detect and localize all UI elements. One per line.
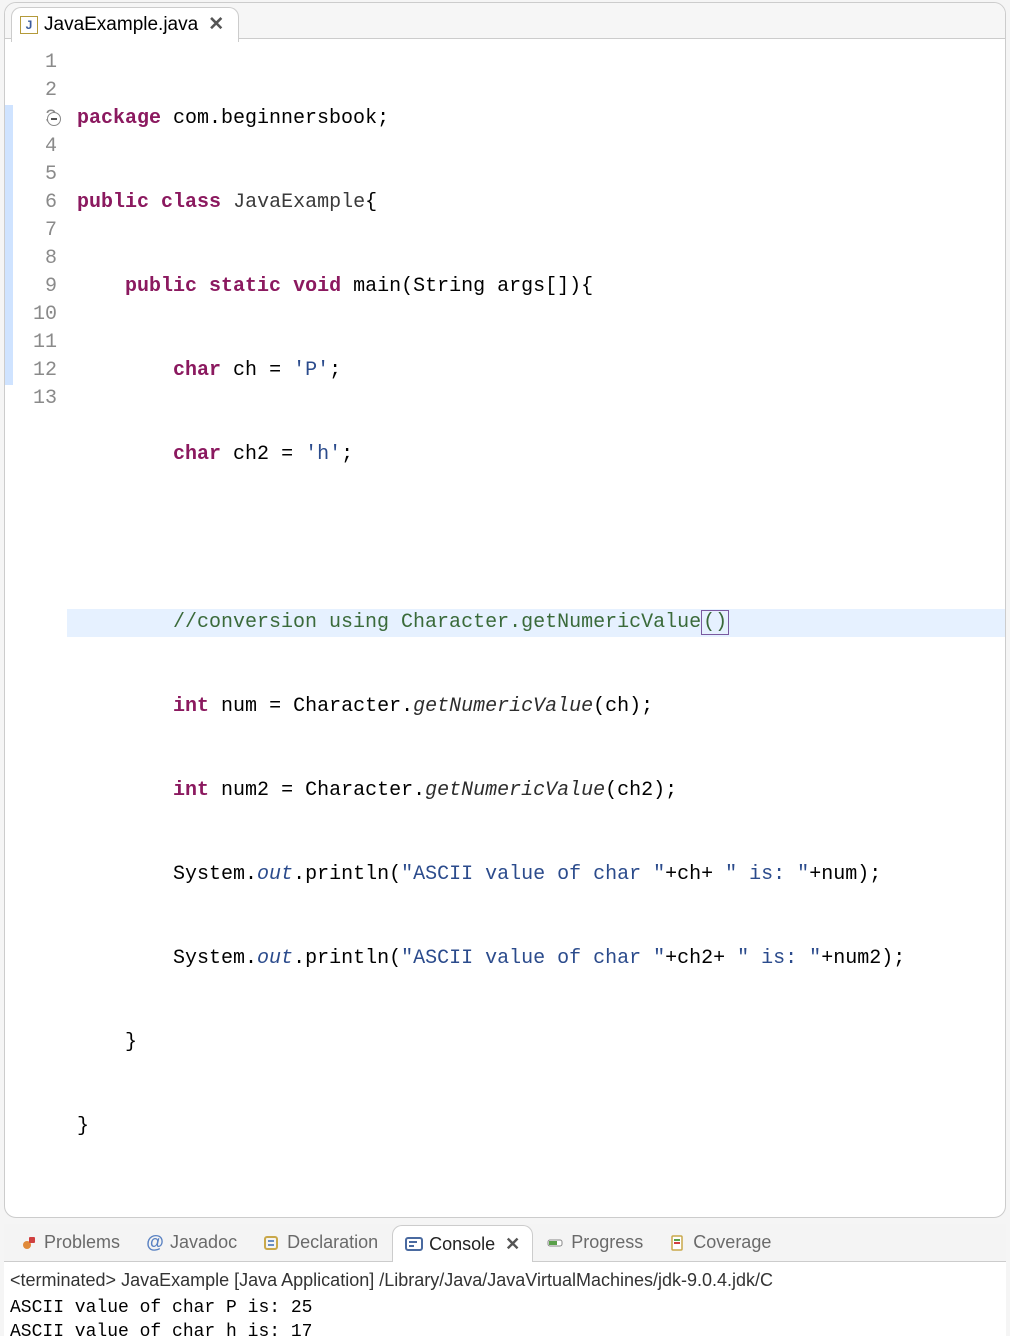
caret: () bbox=[701, 610, 729, 635]
fold-icon[interactable] bbox=[47, 112, 61, 126]
java-file-icon: J bbox=[20, 16, 38, 34]
code-text[interactable]: package com.beginnersbook; public class … bbox=[67, 49, 1005, 1197]
tab-progress[interactable]: Progress bbox=[535, 1228, 655, 1257]
file-tab[interactable]: J JavaExample.java ✕ bbox=[11, 7, 239, 42]
file-tab-label: JavaExample.java bbox=[44, 14, 198, 36]
tab-coverage[interactable]: Coverage bbox=[657, 1228, 783, 1257]
console-launch-header: <terminated> JavaExample [Java Applicati… bbox=[10, 1266, 1000, 1296]
console-panel: <terminated> JavaExample [Java Applicati… bbox=[4, 1262, 1006, 1336]
console-output-line: ASCII value of char h is: 17 bbox=[10, 1320, 1000, 1336]
tab-coverage-label: Coverage bbox=[693, 1232, 771, 1253]
tab-problems[interactable]: Problems bbox=[8, 1228, 132, 1257]
comment: //conversion using Character.getNumericV… bbox=[173, 611, 701, 634]
tab-declaration[interactable]: Declaration bbox=[251, 1228, 390, 1257]
tab-progress-label: Progress bbox=[571, 1232, 643, 1253]
tab-javadoc-label: Javadoc bbox=[170, 1232, 237, 1253]
change-marker bbox=[5, 105, 13, 385]
editor-panel: J JavaExample.java ✕ 1 2 3 4 5 6 7 8 9 1… bbox=[4, 2, 1006, 1218]
class-name: JavaExample bbox=[233, 191, 365, 214]
problems-icon bbox=[20, 1234, 38, 1252]
bottom-view-tabs: Problems @ Javadoc Declaration Console ✕… bbox=[4, 1224, 1006, 1262]
progress-icon bbox=[547, 1234, 565, 1252]
tab-console-label: Console bbox=[429, 1234, 495, 1255]
tab-declaration-label: Declaration bbox=[287, 1232, 378, 1253]
tab-console[interactable]: Console ✕ bbox=[392, 1225, 533, 1262]
gutter: 1 2 3 4 5 6 7 8 9 10 11 12 13 bbox=[5, 49, 67, 1197]
console-icon bbox=[405, 1235, 423, 1253]
declaration-icon bbox=[263, 1234, 281, 1252]
current-line: //conversion using Character.getNumericV… bbox=[67, 609, 1005, 637]
coverage-icon bbox=[669, 1234, 687, 1252]
kw-package: package bbox=[77, 107, 161, 130]
tab-problems-label: Problems bbox=[44, 1232, 120, 1253]
tab-javadoc[interactable]: @ Javadoc bbox=[134, 1228, 249, 1257]
console-output-line: ASCII value of char P is: 25 bbox=[10, 1296, 1000, 1320]
javadoc-icon: @ bbox=[146, 1234, 164, 1252]
close-icon[interactable]: ✕ bbox=[505, 1234, 520, 1255]
method-main: main bbox=[353, 275, 401, 298]
package-name: com.beginnersbook bbox=[173, 107, 377, 130]
close-icon[interactable]: ✕ bbox=[208, 13, 224, 36]
code-area[interactable]: 1 2 3 4 5 6 7 8 9 10 11 12 13 package co… bbox=[5, 39, 1005, 1217]
editor-tab-bar: J JavaExample.java ✕ bbox=[5, 3, 1005, 39]
